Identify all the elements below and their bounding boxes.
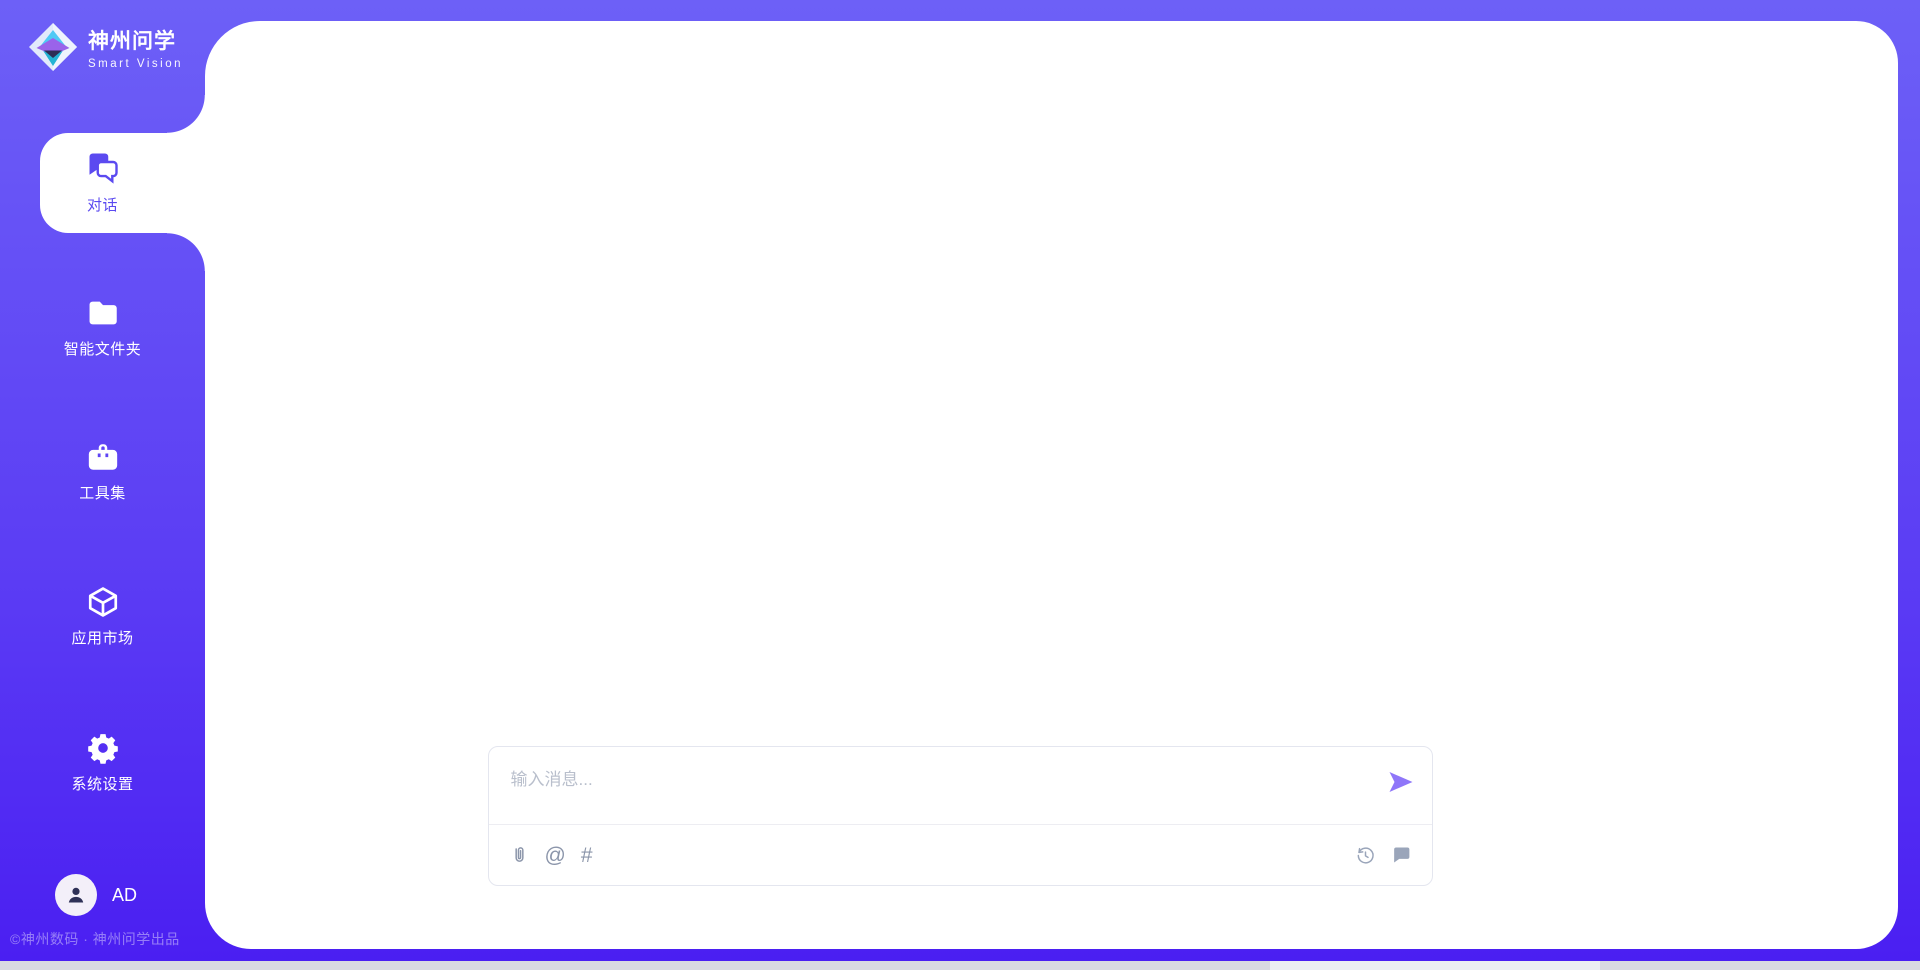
- brand-subtitle: Smart Vision: [88, 58, 183, 70]
- sidebar-item-label: 工具集: [79, 482, 126, 503]
- briefcase-icon: [86, 440, 120, 474]
- sidebar-item-label: 对话: [87, 194, 118, 215]
- sidebar-item-smart-folder[interactable]: 智能文件夹: [0, 296, 205, 359]
- hash-icon[interactable]: #: [581, 845, 593, 866]
- user-profile[interactable]: AD: [55, 874, 137, 916]
- send-icon[interactable]: [1388, 771, 1414, 793]
- sidebar-item-label: 智能文件夹: [64, 338, 142, 359]
- folder-icon: [86, 296, 120, 330]
- message-input-box: @ #: [488, 746, 1433, 886]
- app-window: 神州问学 Smart Vision 对话 智能文件夹 工具集: [0, 0, 1920, 970]
- scrollbar-thumb[interactable]: [1270, 961, 1600, 970]
- user-initials: AD: [112, 885, 137, 906]
- sidebar-item-settings[interactable]: 系统设置: [0, 731, 205, 794]
- sidebar-item-toolset[interactable]: 工具集: [0, 440, 205, 503]
- sidebar: 神州问学 Smart Vision 对话 智能文件夹 工具集: [0, 0, 205, 970]
- cube-icon: [86, 585, 120, 619]
- gear-icon: [86, 731, 120, 765]
- input-toolbar: @ #: [489, 825, 1432, 885]
- paperclip-icon[interactable]: [509, 845, 530, 866]
- brand-diamond-icon: [28, 22, 78, 72]
- sidebar-footer-text: ©神州数码 · 神州问学出品: [10, 929, 180, 949]
- comment-icon[interactable]: [1391, 845, 1412, 866]
- sidebar-item-label: 应用市场: [71, 627, 133, 648]
- sidebar-item-chat[interactable]: 对话: [0, 150, 205, 215]
- sidebar-item-app-market[interactable]: 应用市场: [0, 585, 205, 648]
- brand-logo: 神州问学 Smart Vision: [28, 22, 183, 72]
- message-input[interactable]: [509, 763, 1313, 819]
- brand-name: 神州问学: [88, 25, 183, 55]
- avatar: [55, 874, 97, 916]
- horizontal-scrollbar[interactable]: [0, 961, 1920, 970]
- chat-icon: [85, 150, 121, 186]
- at-icon[interactable]: @: [545, 845, 566, 866]
- sidebar-item-label: 系统设置: [71, 773, 133, 794]
- history-icon[interactable]: [1355, 845, 1376, 866]
- person-icon: [64, 883, 88, 907]
